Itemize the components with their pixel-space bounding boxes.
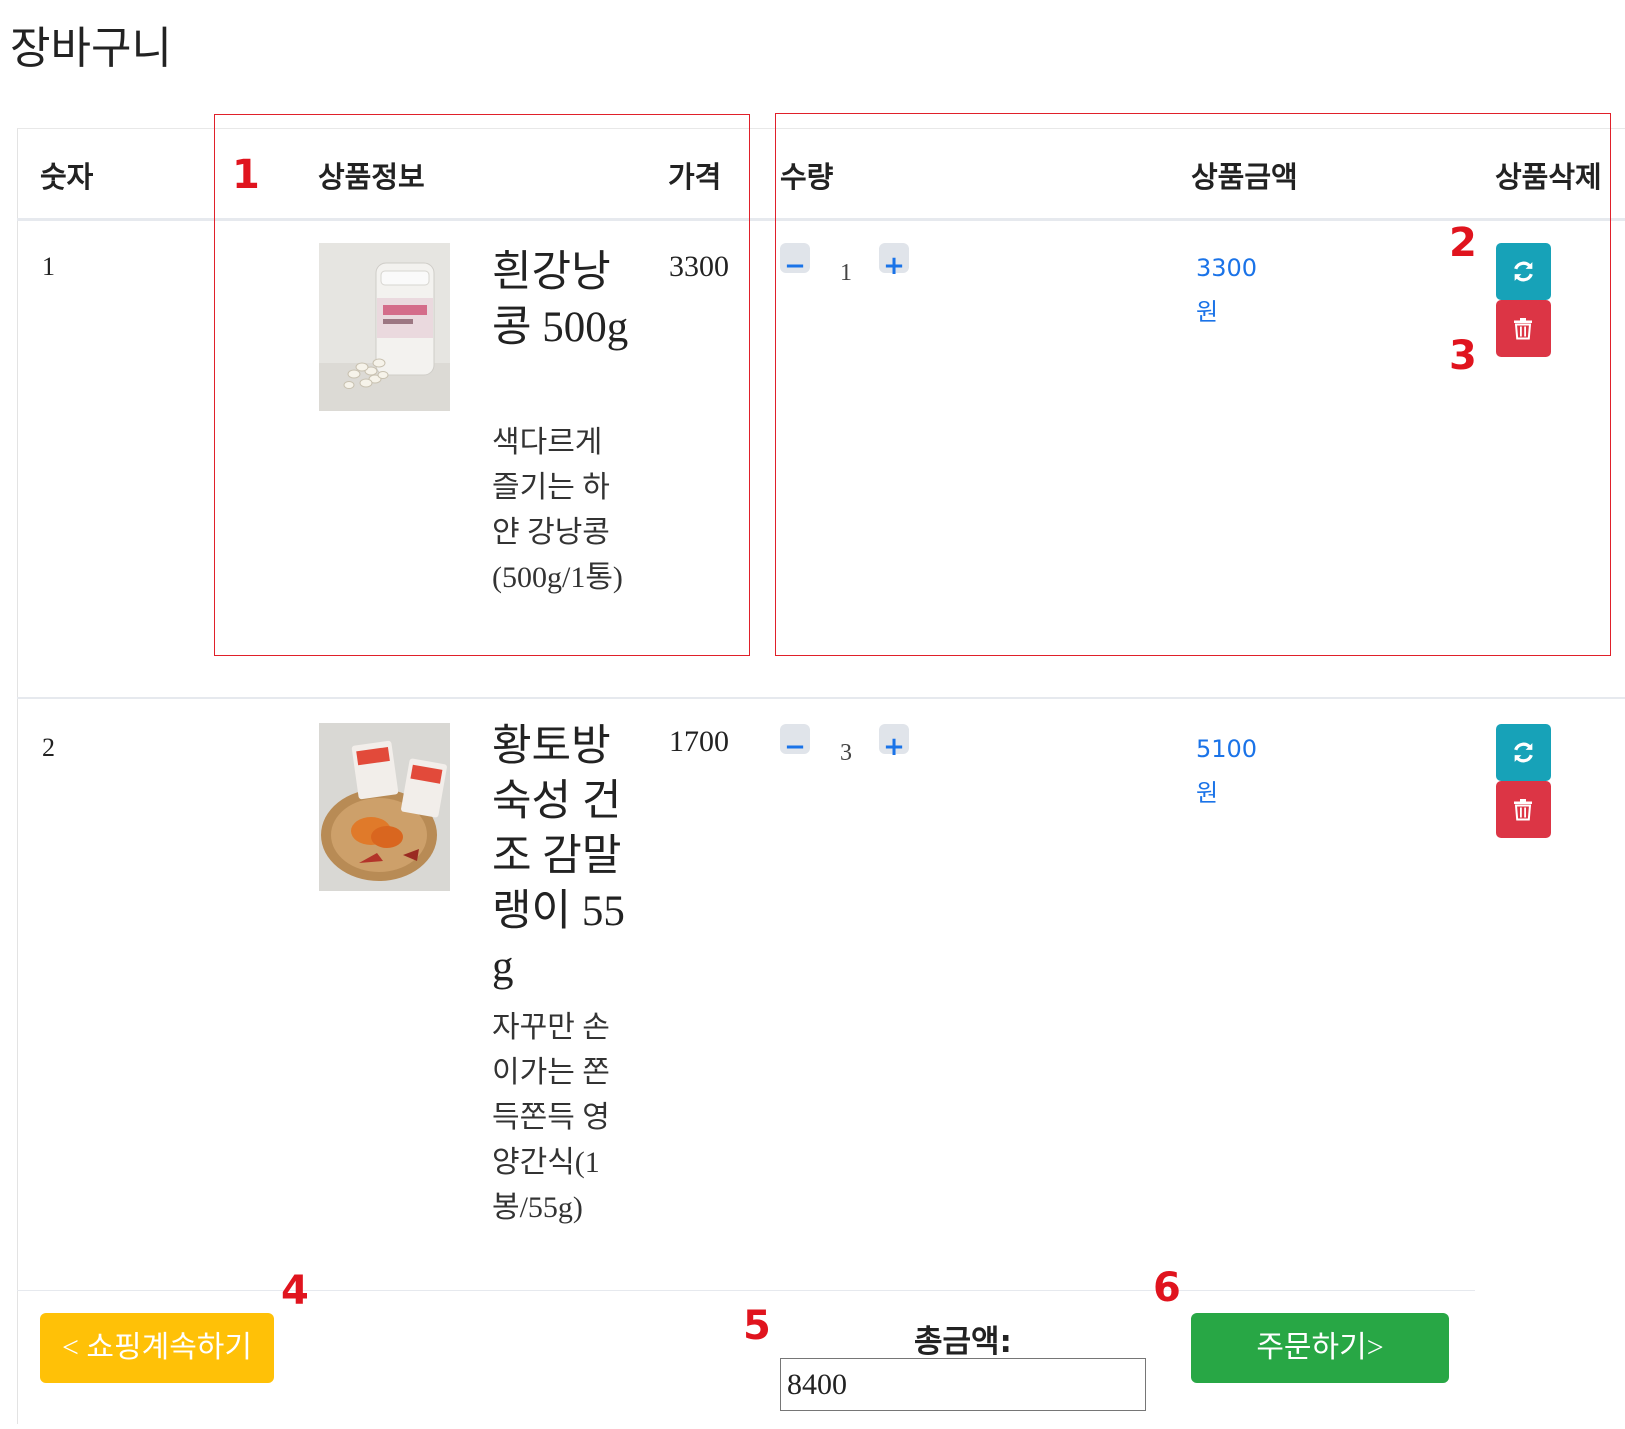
total-label: 총금액: xyxy=(914,1324,1012,1360)
product-image[interactable] xyxy=(319,723,450,891)
annotation-box-product xyxy=(214,114,750,656)
continue-shopping-button[interactable]: < 쇼핑계속하기 xyxy=(40,1313,274,1383)
trash-icon xyxy=(1514,799,1532,821)
annotation-box-controls xyxy=(775,113,1611,656)
currency-unit: 원 xyxy=(1196,779,1219,807)
product-name[interactable]: 황토방 숙성 건조 감말랭이 55g xyxy=(492,719,632,994)
annotation-number: 6 xyxy=(1153,1265,1181,1311)
quantity-value: 3 xyxy=(840,740,852,766)
annotation-number: 1 xyxy=(232,152,260,198)
annotation-number: 4 xyxy=(281,1268,309,1314)
update-item-button[interactable] xyxy=(1496,724,1551,781)
delete-item-button[interactable] xyxy=(1496,781,1551,838)
annotation-number: 3 xyxy=(1449,333,1477,379)
product-description: 자꾸만 손이가는 쫀득쫀득 영양간식(1봉/55g) xyxy=(492,1011,610,1224)
quantity-decrease-button[interactable]: − xyxy=(780,724,810,762)
footer-divider xyxy=(17,1290,1475,1291)
item-amount: 5100 원 xyxy=(1196,727,1257,815)
quantity-increase-button[interactable]: + xyxy=(879,724,909,762)
header-no: 숫자 xyxy=(40,160,94,194)
product-price: 1700 xyxy=(669,725,729,758)
row-number: 2 xyxy=(42,733,55,762)
order-button[interactable]: 주문하기> xyxy=(1191,1313,1449,1383)
annotation-number: 2 xyxy=(1449,220,1477,266)
row-divider xyxy=(17,697,1625,699)
annotation-number: 5 xyxy=(743,1303,771,1349)
row-number: 1 xyxy=(42,252,55,281)
page-title: 장바구니 xyxy=(10,24,172,73)
refresh-icon xyxy=(1514,742,1533,763)
total-amount-field[interactable] xyxy=(780,1358,1146,1411)
